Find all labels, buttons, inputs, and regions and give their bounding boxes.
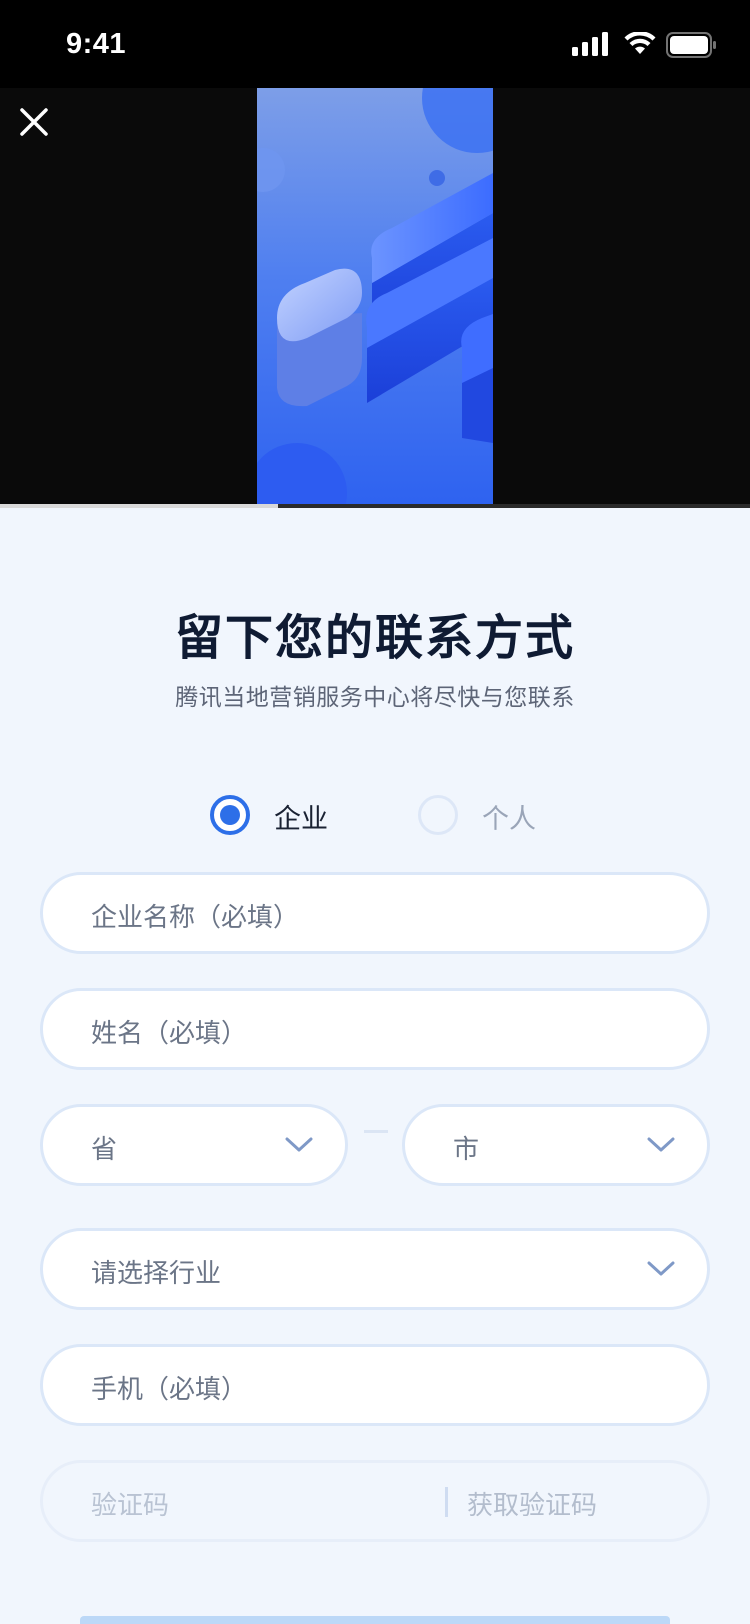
- signal-icon: [572, 32, 608, 56]
- code-divider: [445, 1487, 448, 1517]
- close-icon[interactable]: [14, 102, 54, 142]
- video-player[interactable]: [0, 88, 750, 508]
- type-label-enterprise: 企业: [274, 804, 328, 835]
- chevron-down-icon: [647, 1261, 675, 1276]
- type-option-enterprise[interactable]: 企业: [210, 793, 350, 837]
- status-time: 9:41: [66, 28, 127, 60]
- phone-placeholder: 手机（必填）: [91, 1375, 248, 1405]
- page-subtitle: 腾讯当地营销服务中心将尽快与您联系: [175, 685, 575, 711]
- chevron-down-icon: [285, 1137, 313, 1152]
- battery-icon: [666, 32, 716, 58]
- video-frame: [257, 88, 493, 508]
- chevron-down-icon: [647, 1137, 675, 1152]
- status-bar: 9:41: [0, 0, 750, 88]
- company-name-input[interactable]: 企业名称（必填）: [40, 872, 710, 954]
- name-input[interactable]: 姓名（必填）: [40, 988, 710, 1070]
- radio-enterprise[interactable]: [210, 795, 250, 835]
- code-placeholder: 验证码: [91, 1491, 170, 1521]
- radio-personal[interactable]: [418, 795, 458, 835]
- phone-input[interactable]: 手机（必填）: [40, 1344, 710, 1426]
- wifi-icon: [624, 32, 656, 54]
- submit-button[interactable]: [80, 1616, 670, 1624]
- province-placeholder: 省: [91, 1135, 118, 1165]
- name-placeholder: 姓名（必填）: [91, 1019, 248, 1049]
- region-separator: [364, 1130, 388, 1133]
- get-code-button[interactable]: 获取验证码: [467, 1485, 597, 1522]
- page-title: 留下您的联系方式: [174, 610, 575, 666]
- contact-form: 留下您的联系方式 腾讯当地营销服务中心将尽快与您联系 企业 个人 企业名称（必填…: [0, 508, 750, 1624]
- type-label-personal: 个人: [482, 804, 536, 835]
- province-select[interactable]: 省: [40, 1104, 348, 1186]
- city-select[interactable]: 市: [402, 1104, 710, 1186]
- city-placeholder: 市: [453, 1135, 480, 1165]
- company-name-placeholder: 企业名称（必填）: [91, 903, 300, 933]
- industry-select[interactable]: 请选择行业: [40, 1228, 710, 1310]
- type-option-personal[interactable]: 个人: [418, 793, 558, 837]
- industry-placeholder: 请选择行业: [91, 1259, 222, 1289]
- verification-code-input[interactable]: 验证码 获取验证码: [40, 1460, 710, 1542]
